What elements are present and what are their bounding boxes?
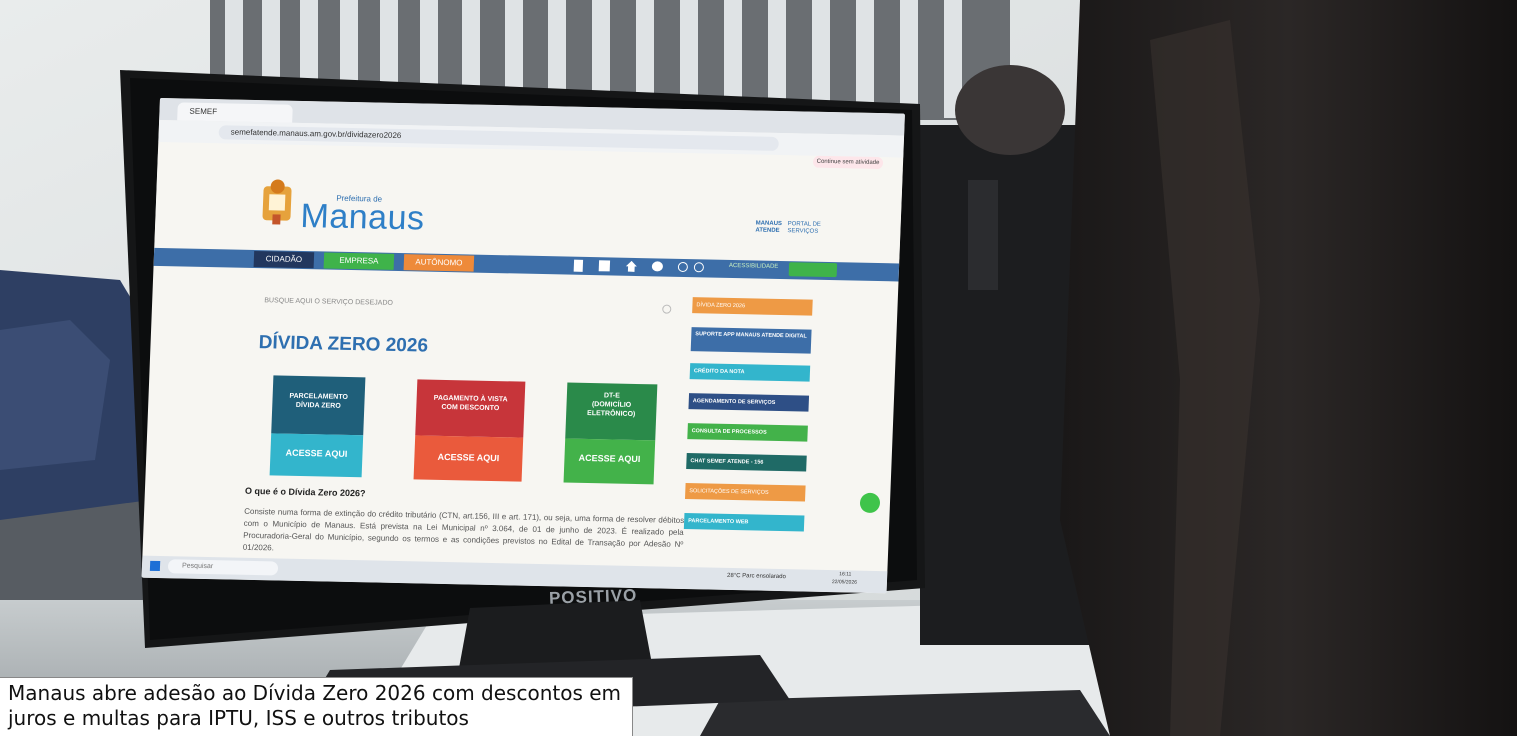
sidebar-item-parcelamento-web[interactable]: PARCELAMENTO WEB <box>683 513 805 532</box>
monitor-brand: POSITIVO <box>548 585 638 608</box>
card-cta[interactable]: ACESSE AQUI <box>564 453 654 465</box>
sidebar-item-solicitacoes[interactable]: SOLICITAÇÕES DE SERVIÇOS <box>684 483 806 502</box>
nav-cidadao[interactable]: CIDADÃO <box>253 250 315 269</box>
portal-link[interactable]: MANAUS ATENDE PORTAL DE SERVIÇOS <box>755 220 836 242</box>
search-icon[interactable] <box>662 304 672 314</box>
browser-tab[interactable]: SEMEF <box>177 102 293 123</box>
home-icon[interactable] <box>626 261 637 272</box>
card-cta[interactable]: ACESSE AQUI <box>270 447 362 459</box>
logo-big-text: Manaus <box>299 196 426 238</box>
search-input[interactable]: BUSQUE AQUI O SERVIÇO DESEJADO <box>264 294 665 316</box>
screen: SEMEF semefatende.manaus.am.gov.br/divid… <box>141 98 905 594</box>
chat-icon[interactable] <box>651 261 664 272</box>
card-dte[interactable]: DT-E (DOMICÍLIO ELETRÔNICO) ACESSE AQUI <box>563 382 658 485</box>
card-parcelamento[interactable]: PARCELAMENTO DÍVIDA ZERO ACESSE AQUI <box>269 375 366 478</box>
facebook-icon[interactable] <box>677 261 689 273</box>
accessibility-label[interactable]: ACESSIBILIDADE <box>729 263 779 270</box>
taskbar-search[interactable]: Pesquisar <box>167 559 279 576</box>
faq-body: Consiste numa forma de extinção do crédi… <box>242 506 685 553</box>
taskbar-weather[interactable]: 28°C Parc ensolarado <box>727 573 786 580</box>
card-title: PARCELAMENTO DÍVIDA ZERO <box>289 392 349 410</box>
news-caption: Manaus abre adesão ao Dívida Zero 2026 c… <box>0 677 633 736</box>
nav-empresa[interactable]: EMPRESA <box>323 252 395 270</box>
sidebar-item-suporte-app[interactable]: SUPORTE APP MANAUS ATENDE DIGITAL <box>690 327 812 354</box>
accessibility-toggles[interactable] <box>788 262 838 278</box>
twitter-icon[interactable] <box>693 262 705 273</box>
whatsapp-icon[interactable] <box>859 492 881 514</box>
sidebar-item-agendamento[interactable]: AGENDAMENTO DE SERVIÇOS <box>688 393 810 412</box>
taskbar-time[interactable]: 16:11 <box>839 571 851 577</box>
manaus-coat-of-arms-icon <box>262 179 292 225</box>
calendar-icon[interactable] <box>598 260 611 272</box>
page-heading: DÍVIDA ZERO 2026 <box>258 332 429 357</box>
card-pagamento[interactable]: PAGAMENTO À VISTA COM DESCONTO ACESSE AQ… <box>413 379 526 482</box>
sidebar-item-consulta[interactable]: CONSULTA DE PROCESSOS <box>687 423 808 442</box>
photo-scene: POSITIVO SEMEF semefatende.manaus.am.gov… <box>0 0 1517 736</box>
card-title: PAGAMENTO À VISTA COM DESCONTO <box>433 394 508 413</box>
sidebar-item-credito-nota[interactable]: CRÉDITO DA NOTA <box>689 363 811 382</box>
portal-left: MANAUS ATENDE <box>755 220 783 234</box>
faq-title: O que é o Dívida Zero 2026? <box>244 485 366 499</box>
sidebar-item-divida-zero[interactable]: DÍVIDA ZERO 2026 <box>692 297 813 316</box>
windows-start-icon[interactable] <box>149 560 161 572</box>
sidebar: DÍVIDA ZERO 2026 SUPORTE APP MANAUS ATEN… <box>682 297 815 589</box>
sidebar-item-chat[interactable]: CHAT SEMEF ATENDE - 156 <box>686 453 807 472</box>
card-title: DT-E (DOMICÍLIO ELETRÔNICO) <box>586 392 636 418</box>
portal-right: PORTAL DE SERVIÇOS <box>787 221 821 235</box>
nav-autonomo[interactable]: AUTÔNOMO <box>403 254 475 272</box>
taskbar-date[interactable]: 22/05/2026 <box>832 579 857 586</box>
document-icon[interactable] <box>573 259 584 272</box>
